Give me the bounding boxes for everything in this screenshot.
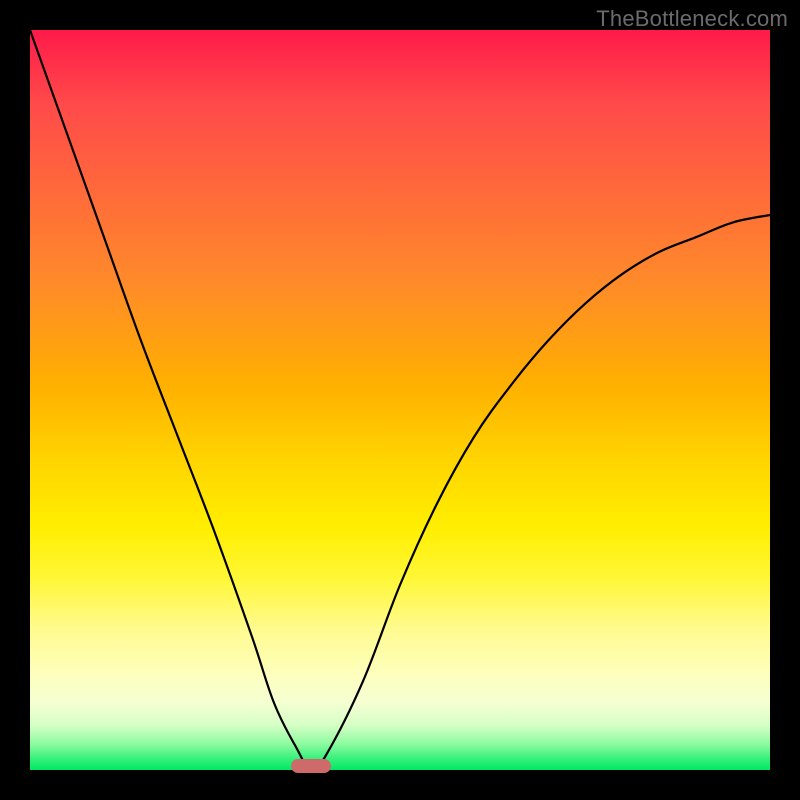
optimal-marker xyxy=(291,759,331,773)
curve-path xyxy=(30,30,770,770)
chart-plot-area xyxy=(30,30,770,770)
watermark-text: TheBottleneck.com xyxy=(596,6,788,32)
bottleneck-curve xyxy=(30,30,770,770)
